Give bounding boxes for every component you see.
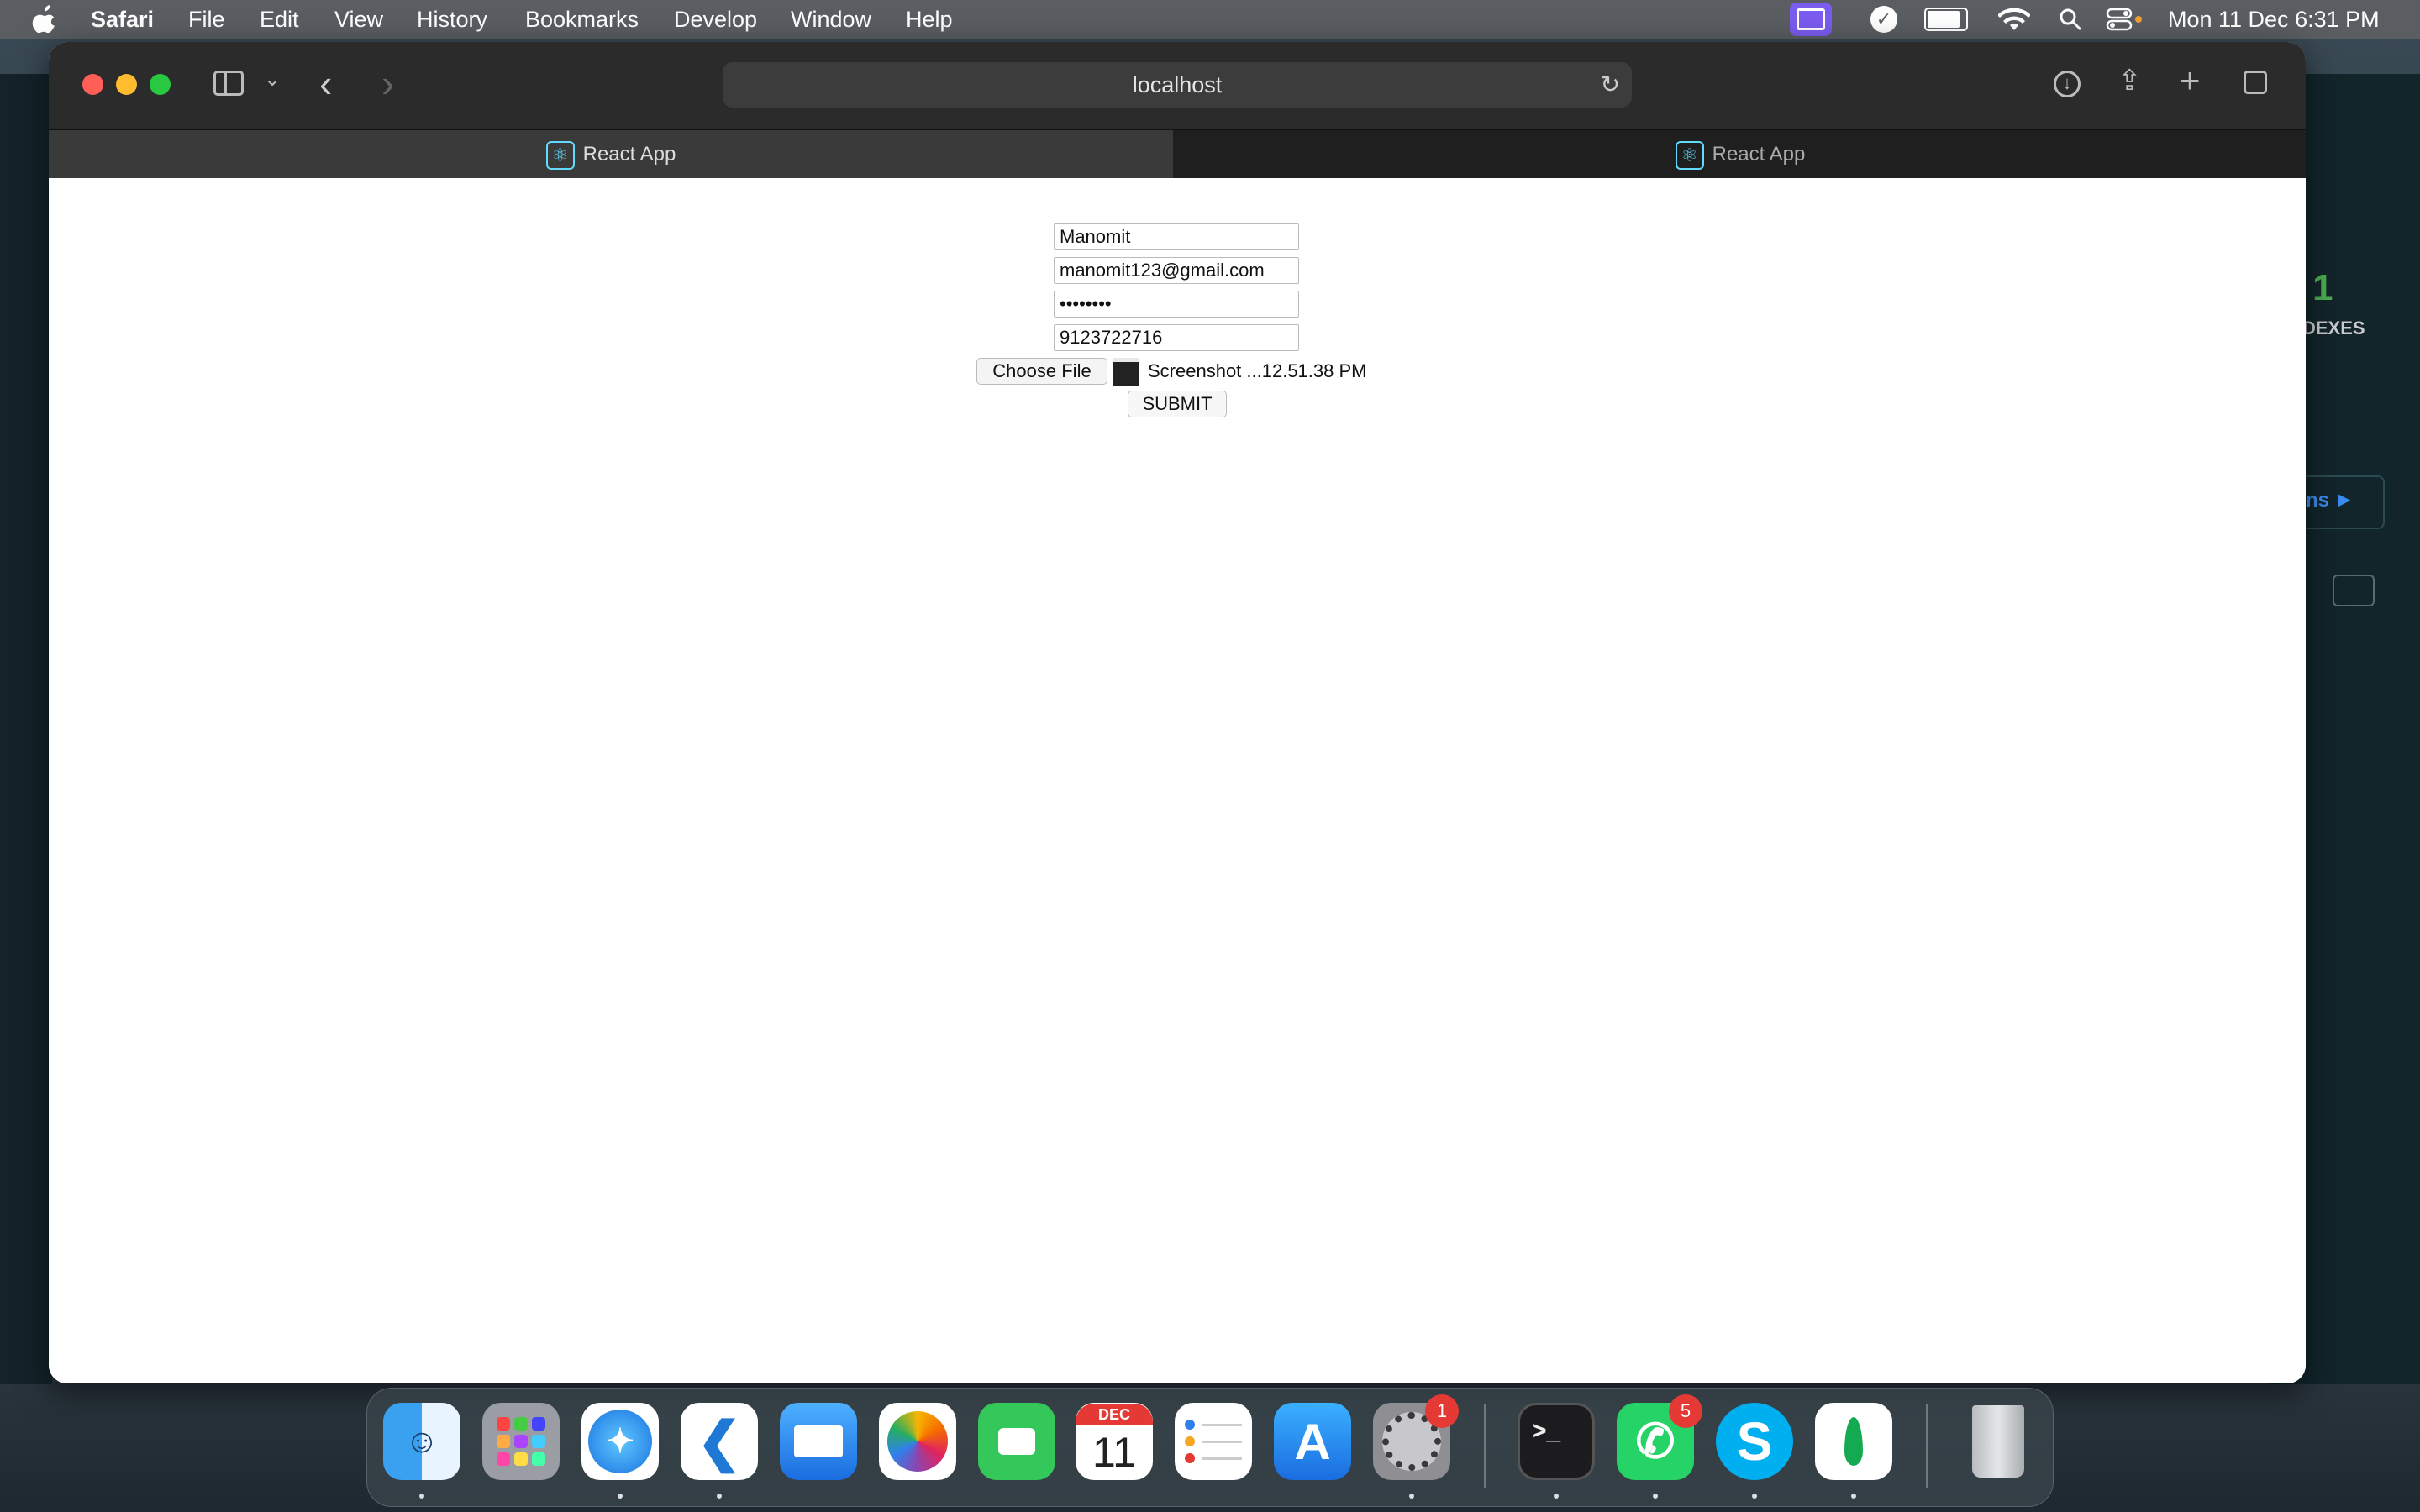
menu-app-name[interactable]: Safari — [91, 0, 154, 39]
checklist-status-icon[interactable]: ✓ — [1870, 0, 1897, 39]
running-indicator — [1554, 1494, 1559, 1499]
spotlight-search-icon[interactable] — [2059, 0, 2082, 39]
forward-button[interactable]: › — [381, 60, 394, 106]
launchpad-icon[interactable] — [482, 1403, 560, 1480]
photos-icon[interactable] — [879, 1403, 956, 1480]
vscode-icon[interactable]: ❮ — [681, 1403, 758, 1480]
control-center-icon[interactable] — [2106, 0, 2143, 39]
calendar-day: 11 — [1092, 1429, 1136, 1476]
apple-icon[interactable] — [32, 5, 59, 34]
name-input[interactable] — [1054, 223, 1299, 250]
calendar-month: DEC — [1076, 1404, 1153, 1425]
background-app-left — [0, 74, 52, 1384]
tab-overview-icon[interactable] — [2244, 71, 2267, 94]
choose-file-button[interactable]: Choose File — [976, 358, 1107, 385]
grid-view-icon — [2333, 575, 2375, 606]
browser-toolbar: ⌄ ‹ › localhost ↻ ↓ ⇪ + — [49, 42, 2306, 129]
sidebar-toggle-icon[interactable] — [213, 71, 244, 96]
terminal-icon[interactable]: >_ — [1518, 1403, 1595, 1480]
menu-edit[interactable]: Edit — [260, 0, 299, 39]
file-thumbnail-icon — [1113, 358, 1139, 386]
facetime-icon[interactable] — [978, 1403, 1055, 1480]
menu-view[interactable]: View — [334, 0, 383, 39]
menu-history[interactable]: History — [417, 0, 487, 39]
running-indicator — [1851, 1494, 1856, 1499]
reload-icon[interactable]: ↻ — [1601, 62, 1620, 108]
trash-icon[interactable] — [1960, 1403, 2037, 1480]
menu-bar: Safari File Edit View History Bookmarks … — [0, 0, 2420, 39]
phone-input[interactable] — [1054, 324, 1299, 351]
mail-icon[interactable] — [780, 1403, 857, 1480]
address-text: localhost — [1132, 72, 1223, 97]
downloads-icon[interactable]: ↓ — [2054, 71, 2081, 97]
menu-window[interactable]: Window — [791, 0, 871, 39]
page-content: Choose File Screenshot ...12.51.38 PM SU… — [49, 178, 2306, 1383]
new-tab-icon[interactable]: + — [2180, 60, 2201, 101]
tab-react-app-active[interactable]: ⚛ React App — [49, 130, 1173, 179]
selected-file-name: Screenshot ...12.51.38 PM — [1148, 360, 1367, 381]
tab-label: React App — [1712, 143, 1806, 165]
safari-icon[interactable]: ✦ — [581, 1403, 659, 1480]
tab-label: React App — [582, 143, 676, 165]
tab-bar: ⚛ React App ⚛ React App — [49, 129, 2306, 179]
mongodb-compass-icon[interactable] — [1815, 1403, 1892, 1480]
menu-file[interactable]: File — [188, 0, 225, 39]
dock-separator — [1484, 1404, 1486, 1488]
reminders-icon[interactable] — [1175, 1403, 1252, 1480]
running-indicator — [1653, 1494, 1658, 1499]
screen-sharing-icon[interactable] — [1790, 3, 1832, 36]
running-indicator — [717, 1494, 722, 1499]
calendar-icon[interactable]: DEC 11 — [1076, 1403, 1153, 1480]
skype-icon[interactable]: S — [1716, 1403, 1793, 1480]
password-input[interactable] — [1054, 291, 1299, 318]
chevron-down-icon[interactable]: ⌄ — [264, 67, 281, 92]
react-logo-icon: ⚛ — [1675, 140, 1704, 170]
zoom-window-button[interactable] — [150, 74, 171, 95]
tab-react-app-inactive[interactable]: ⚛ React App — [1175, 130, 2306, 179]
background-count: 1 — [2312, 267, 2333, 308]
email-input[interactable] — [1054, 257, 1299, 284]
menu-clock[interactable]: Mon 11 Dec 6:31 PM — [2168, 0, 2380, 39]
address-bar[interactable]: localhost ↻ — [723, 62, 1632, 108]
caret-right-icon: ▶ — [2338, 491, 2351, 509]
whatsapp-badge: 5 — [1669, 1394, 1702, 1428]
system-settings-badge: 1 — [1425, 1394, 1459, 1428]
running-indicator — [1409, 1494, 1414, 1499]
share-icon[interactable]: ⇪ — [2118, 64, 2142, 97]
back-button[interactable]: ‹ — [319, 60, 332, 106]
wifi-icon[interactable] — [1998, 0, 2030, 39]
react-logo-icon: ⚛ — [545, 140, 575, 170]
running-indicator — [419, 1494, 424, 1499]
dock-separator — [1926, 1404, 1928, 1488]
minimize-window-button[interactable] — [116, 74, 137, 95]
running-indicator — [618, 1494, 623, 1499]
finder-icon[interactable]: ☺ — [383, 1403, 460, 1480]
background-label: DEXES — [2302, 318, 2365, 339]
close-window-button[interactable] — [82, 74, 103, 95]
menu-develop[interactable]: Develop — [674, 0, 757, 39]
battery-icon[interactable] — [1924, 0, 1968, 39]
safari-window: ⌄ ‹ › localhost ↻ ↓ ⇪ + ⚛ React App ⚛ Reac… — [49, 42, 2306, 1383]
menu-bookmarks[interactable]: Bookmarks — [525, 0, 639, 39]
submit-button[interactable]: SUBMIT — [1128, 391, 1227, 417]
running-indicator — [1752, 1494, 1757, 1499]
menu-help[interactable]: Help — [906, 0, 953, 39]
app-store-icon[interactable]: A — [1274, 1403, 1351, 1480]
